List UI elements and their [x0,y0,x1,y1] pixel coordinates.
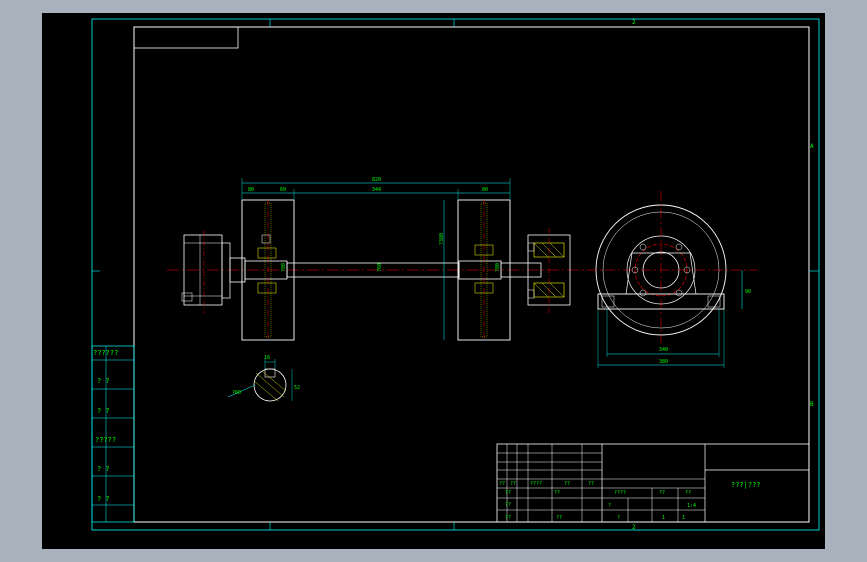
tb-cell: ? [608,503,611,509]
cad-drawing-canvas: 2 2 A B ?????? ? ? ? ? ????? ? ? ? ? ???… [42,13,825,549]
tb-cell: ?? [659,490,665,496]
tb-cell: ?? [685,490,691,496]
tb-cell: ???? [530,481,542,487]
tb-cell: 1 [662,515,665,521]
tb-cell: ?? [505,515,511,521]
front-view: 820 344 80 60 80 ?380 ?80 ?60 ?80 [167,177,587,341]
dim-side-height: 90 [745,289,751,295]
top-left-box [133,26,239,49]
zone-label-right-a: A [810,143,814,150]
dim-key-depth: 52 [294,385,300,391]
dim-shaft-mid: ?60 [377,263,383,272]
dim-wheel-right: 80 [482,187,488,193]
tb-cell: ?? [505,502,511,508]
side-label: ? ? [97,465,110,473]
dim-wheel-b: 60 [280,187,286,193]
title-block: ???|??? ?? ?? ???? ?? ?? ?? ?? ?? ?? ?? … [496,443,810,523]
dim-wheel-a: 80 [248,187,254,193]
dim-between: 344 [372,187,381,193]
tb-cell: 1:4 [687,503,696,509]
side-label: ?????? [93,349,118,357]
side-label: ? ? [97,377,110,385]
dim-key-dia: ?60 [232,390,241,396]
tb-cell: 1 [682,515,685,521]
key-section: 16 ?60 52 [227,355,300,402]
inner-border [133,26,810,523]
tb-cell: ?? [556,515,562,521]
tb-cell: ?? [564,481,570,487]
title-block-name: ???|??? [731,481,761,489]
tb-cell: ???? [614,490,626,496]
dim-overall: 820 [372,177,381,183]
dim-wheel-dia: ?380 [439,233,445,245]
zone-label-top: 2 [632,19,636,26]
tb-cell: ?? [554,490,560,496]
side-label: ? ? [97,407,110,415]
zone-label-bottom: 2 [632,524,636,531]
dim-shaft-right: ?80 [495,263,501,272]
tb-cell: ?? [505,490,511,496]
zone-label-right-b: B [810,401,814,408]
dim-key-width: 16 [264,355,270,361]
tb-cell: ? [617,515,620,521]
side-label: ? ? [97,495,110,503]
dim-side-outer: 380 [659,359,668,365]
side-label-column: ?????? ? ? ? ? ????? ? ? ? ? [91,345,135,523]
tb-cell: ?? [499,481,505,487]
dim-side-inner: 340 [659,347,668,353]
side-view: 340 380 90 [587,191,757,368]
drawing-sheet: 2 2 A B ?????? ? ? ? ? ????? ? ? ? ? ???… [91,18,820,531]
tb-cell: ?? [510,481,516,487]
tb-cell: ?? [588,481,594,487]
dim-shaft-left: ?80 [281,263,287,272]
outer-frame [91,18,820,531]
side-label: ????? [95,436,116,444]
